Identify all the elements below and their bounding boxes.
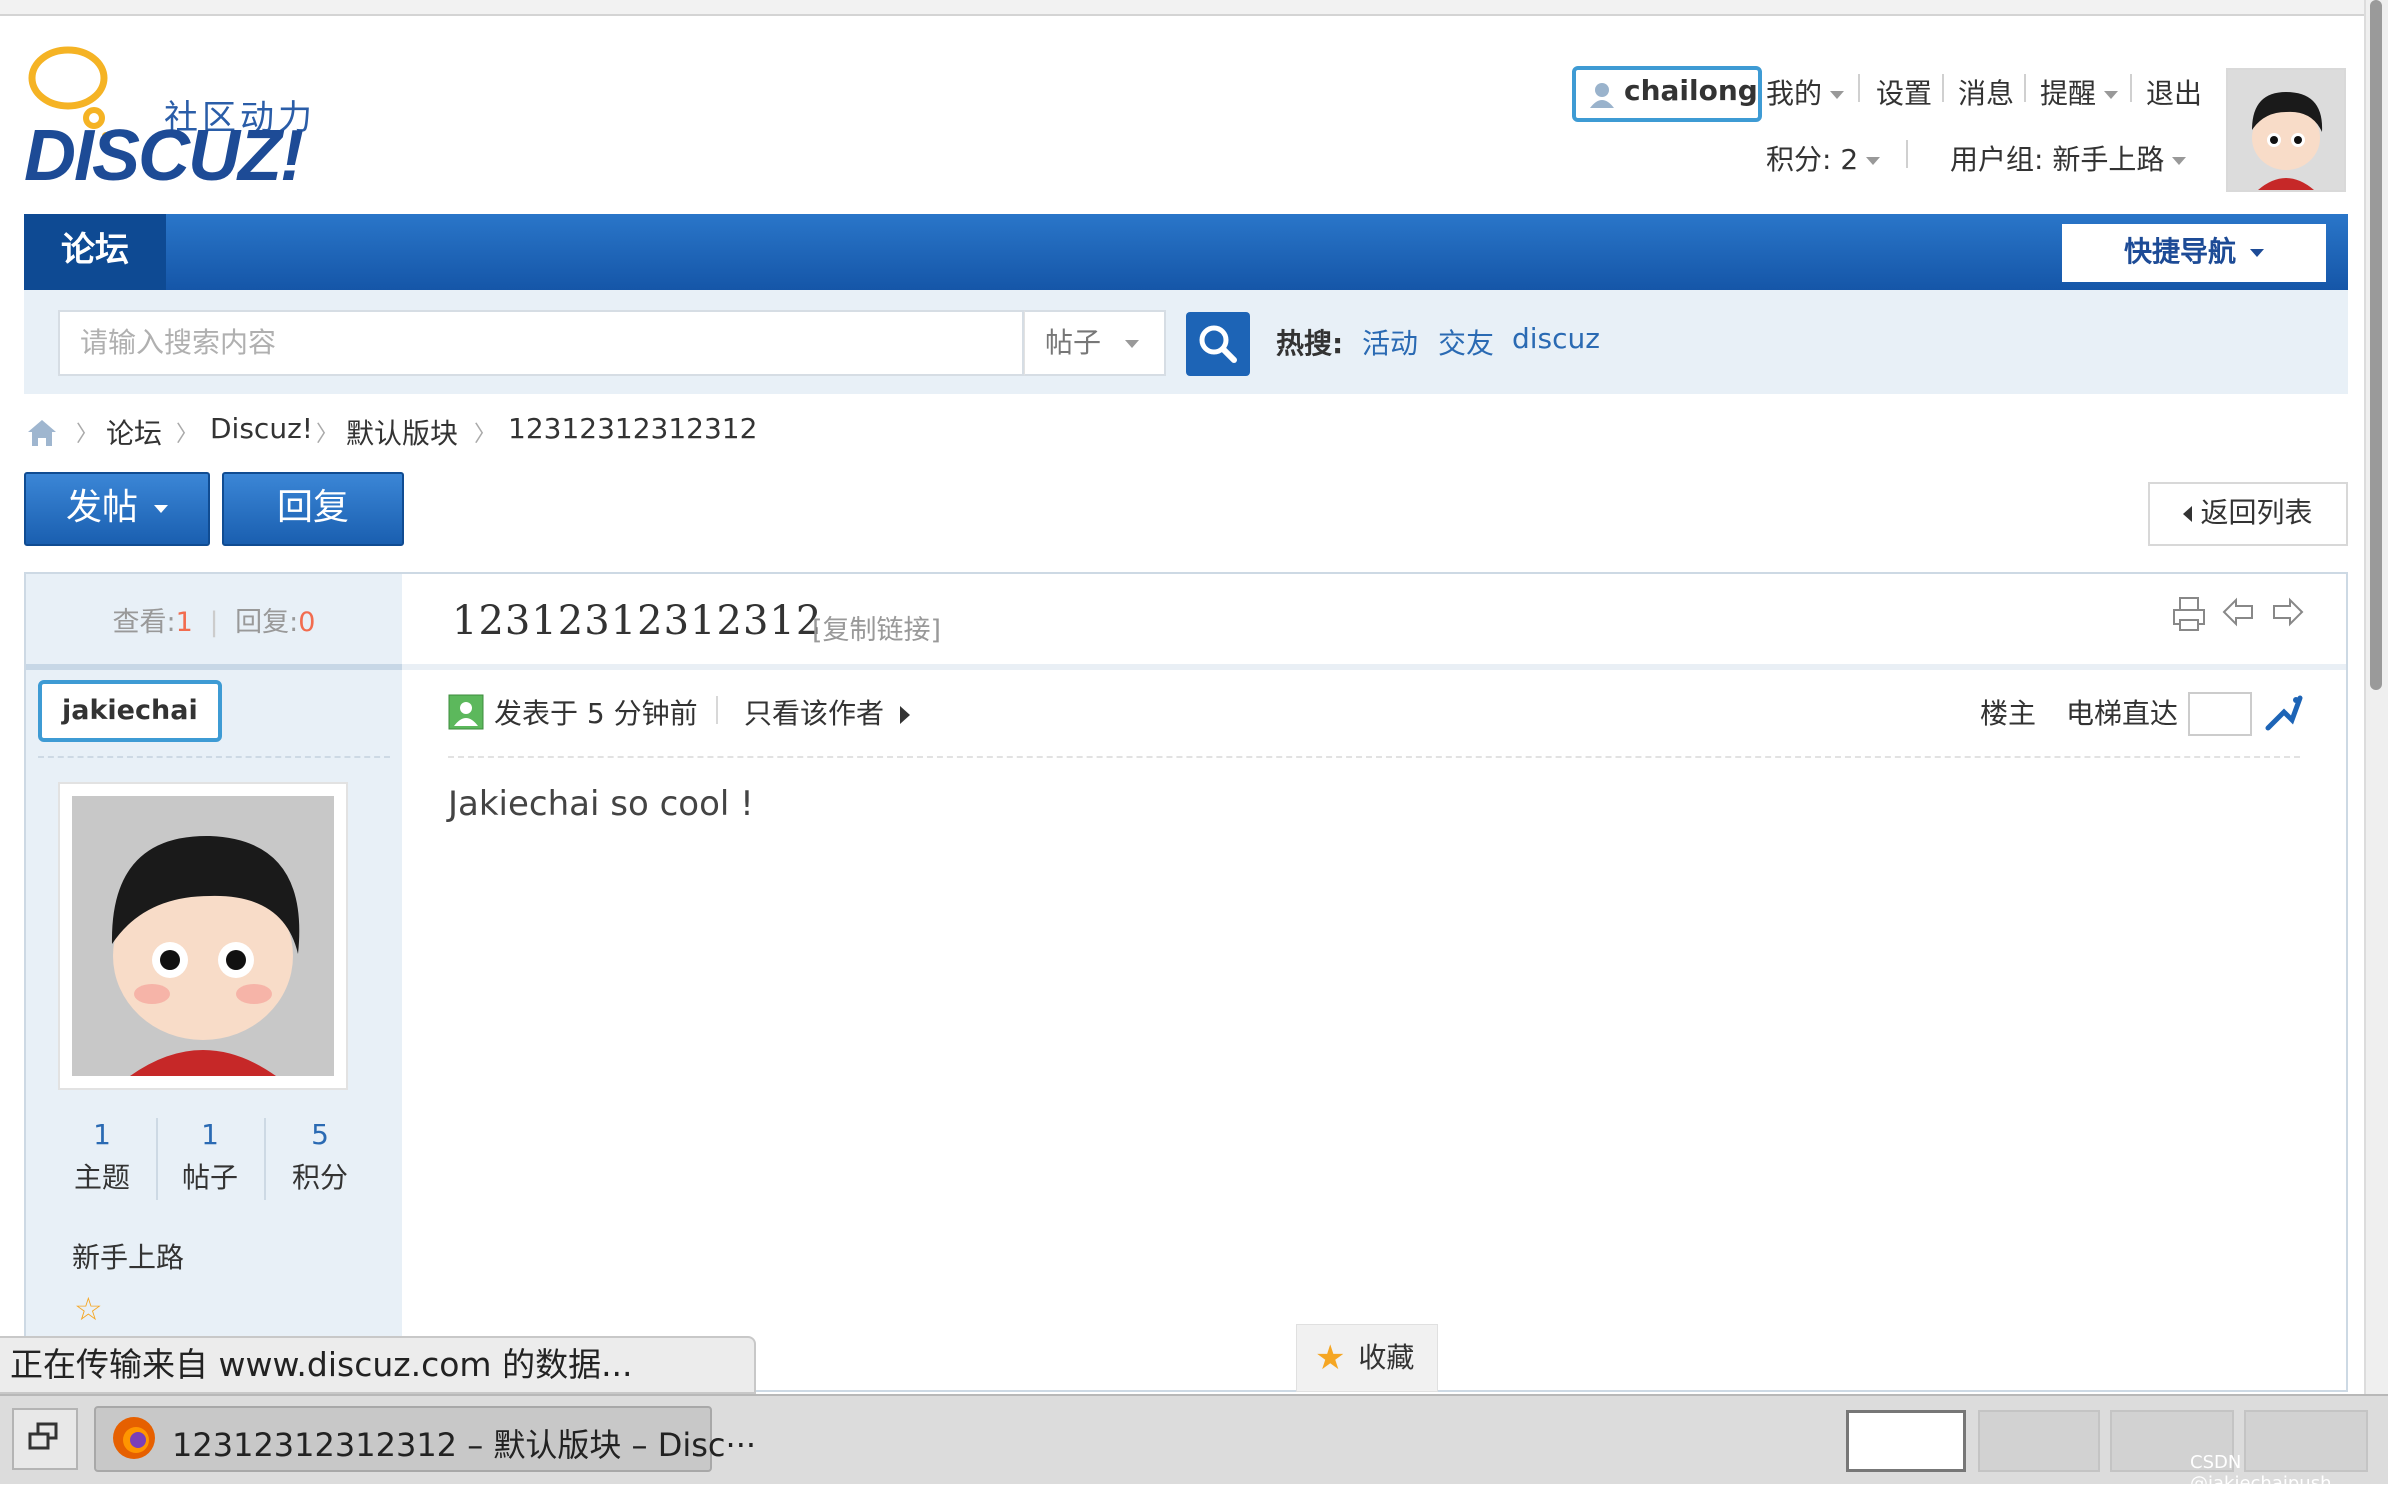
author-threads-count[interactable]: 1	[52, 1118, 152, 1151]
window-top-border	[0, 0, 2388, 16]
menu-my[interactable]: 我的	[1766, 72, 1845, 112]
post-content: Jakiechai so cool !	[448, 784, 754, 824]
elevator-input[interactable]	[2188, 692, 2252, 736]
next-thread-icon[interactable]	[2268, 594, 2308, 634]
workspace-2[interactable]	[1978, 1410, 2100, 1472]
watermark-text: CSDN @jakiechaipush	[2190, 1452, 2332, 1494]
back-to-list-button[interactable]: 返回列表	[2148, 482, 2348, 546]
chevron-down-icon	[1125, 340, 1140, 348]
divider	[264, 1118, 266, 1200]
author-points-count[interactable]: 5	[270, 1118, 370, 1151]
chevron-right-icon	[900, 706, 911, 724]
floor-label: 楼主	[1980, 697, 2037, 730]
search-icon	[1199, 325, 1237, 363]
divider	[716, 696, 718, 724]
star-icon: ★	[1315, 1338, 1346, 1378]
workspace-1[interactable]	[1846, 1410, 1966, 1472]
menu-settings[interactable]: 设置	[1876, 72, 1932, 112]
author-posts-count[interactable]: 1	[160, 1118, 260, 1151]
previous-thread-icon[interactable]	[2220, 594, 2260, 634]
chevron-down-icon	[2250, 249, 2264, 257]
breadcrumb-thread[interactable]: 12312312312312	[508, 412, 757, 445]
author-threads-label: 主题	[73, 1161, 130, 1194]
new-post-button[interactable]: 发帖	[24, 472, 210, 546]
user-points[interactable]: 积分: 2	[1766, 138, 1881, 178]
hot-search-label: 热搜:	[1276, 327, 1344, 360]
taskbar-window-title: 12312312312312 – 默认版块 – Disc···	[172, 1426, 757, 1464]
breadcrumb-forum[interactable]: 论坛	[106, 412, 162, 452]
breadcrumb-board[interactable]: 默认版块	[346, 412, 458, 452]
breadcrumb-separator: 〉	[176, 422, 199, 447]
thread-stats: 查看:1 | 回复:0	[112, 607, 316, 638]
only-author-link[interactable]: 只看该作者	[744, 692, 911, 732]
user-group[interactable]: 用户组: 新手上路	[1950, 138, 2187, 178]
author-group[interactable]: 新手上路	[72, 1236, 184, 1276]
author-points-label: 积分	[291, 1161, 348, 1194]
favorite-button[interactable]: ★ 收藏	[1296, 1324, 1438, 1392]
search-button[interactable]	[1186, 312, 1250, 376]
hot-search-link[interactable]: discuz	[1512, 322, 1600, 355]
breadcrumb-separator: 〉	[76, 422, 99, 447]
copy-link-button[interactable]: [复制链接]	[812, 608, 941, 647]
logo-wordmark[interactable]: DISCUZ!	[24, 120, 304, 192]
author-avatar[interactable]	[60, 784, 346, 1088]
online-user-icon	[448, 694, 484, 730]
post-time: 发表于 5 分钟前	[494, 697, 698, 730]
restore-windows-icon	[28, 1422, 58, 1450]
home-icon[interactable]	[24, 416, 60, 448]
divider	[38, 756, 390, 758]
browser-status-bar: 正在传输来自 www.discuz.com 的数据...	[0, 1336, 756, 1394]
breadcrumb-discuz[interactable]: Discuz!	[210, 412, 313, 445]
divider	[448, 756, 2300, 758]
quick-nav-button[interactable]: 快捷导航	[2062, 224, 2326, 282]
author-posts-label: 帖子	[181, 1161, 238, 1194]
chevron-down-icon	[1830, 91, 1845, 99]
search-input[interactable]: 请输入搜索内容	[58, 310, 1024, 376]
chevron-down-icon	[154, 505, 168, 513]
user-icon	[1590, 83, 1614, 108]
main-nav-bar	[24, 214, 2348, 290]
username-link[interactable]: chailong	[1624, 74, 1758, 107]
divider	[1858, 74, 1860, 102]
firefox-icon	[113, 1417, 155, 1459]
thread-title: 12312312312312	[452, 598, 823, 644]
avatar-face-icon	[72, 796, 334, 1076]
divider	[2130, 74, 2132, 102]
chevron-down-icon	[2104, 91, 2119, 99]
scrollbar-thumb[interactable]	[2370, 0, 2382, 690]
chevron-left-icon	[2183, 506, 2193, 522]
show-desktop-button[interactable]	[12, 1408, 78, 1470]
chevron-down-icon	[1866, 157, 1881, 165]
jump-icon[interactable]	[2264, 692, 2304, 736]
avatar-face-icon	[2228, 70, 2344, 190]
menu-messages[interactable]: 消息	[1958, 72, 2014, 112]
divider	[1906, 140, 1908, 168]
reply-button[interactable]: 回复	[222, 472, 404, 546]
menu-logout[interactable]: 退出	[2146, 72, 2202, 112]
user-avatar[interactable]	[2226, 68, 2346, 192]
elevator-label: 电梯直达	[2066, 697, 2179, 730]
print-icon[interactable]	[2170, 594, 2210, 634]
nav-tab-forum[interactable]: 论坛	[24, 214, 166, 290]
divider	[1942, 74, 1944, 102]
star-icon: ☆	[74, 1290, 103, 1328]
hot-search-link[interactable]: 活动	[1362, 322, 1418, 362]
search-type-select[interactable]: 帖子	[1024, 310, 1166, 376]
author-name-link[interactable]: jakiechai	[38, 680, 222, 742]
breadcrumb-separator: 〉	[474, 422, 497, 447]
divider	[2024, 74, 2026, 102]
chevron-down-icon	[2172, 157, 2187, 165]
divider	[156, 1118, 158, 1200]
breadcrumb-separator: 〉	[316, 422, 339, 447]
menu-reminders[interactable]: 提醒	[2040, 72, 2119, 112]
hot-search-link[interactable]: 交友	[1438, 322, 1494, 362]
